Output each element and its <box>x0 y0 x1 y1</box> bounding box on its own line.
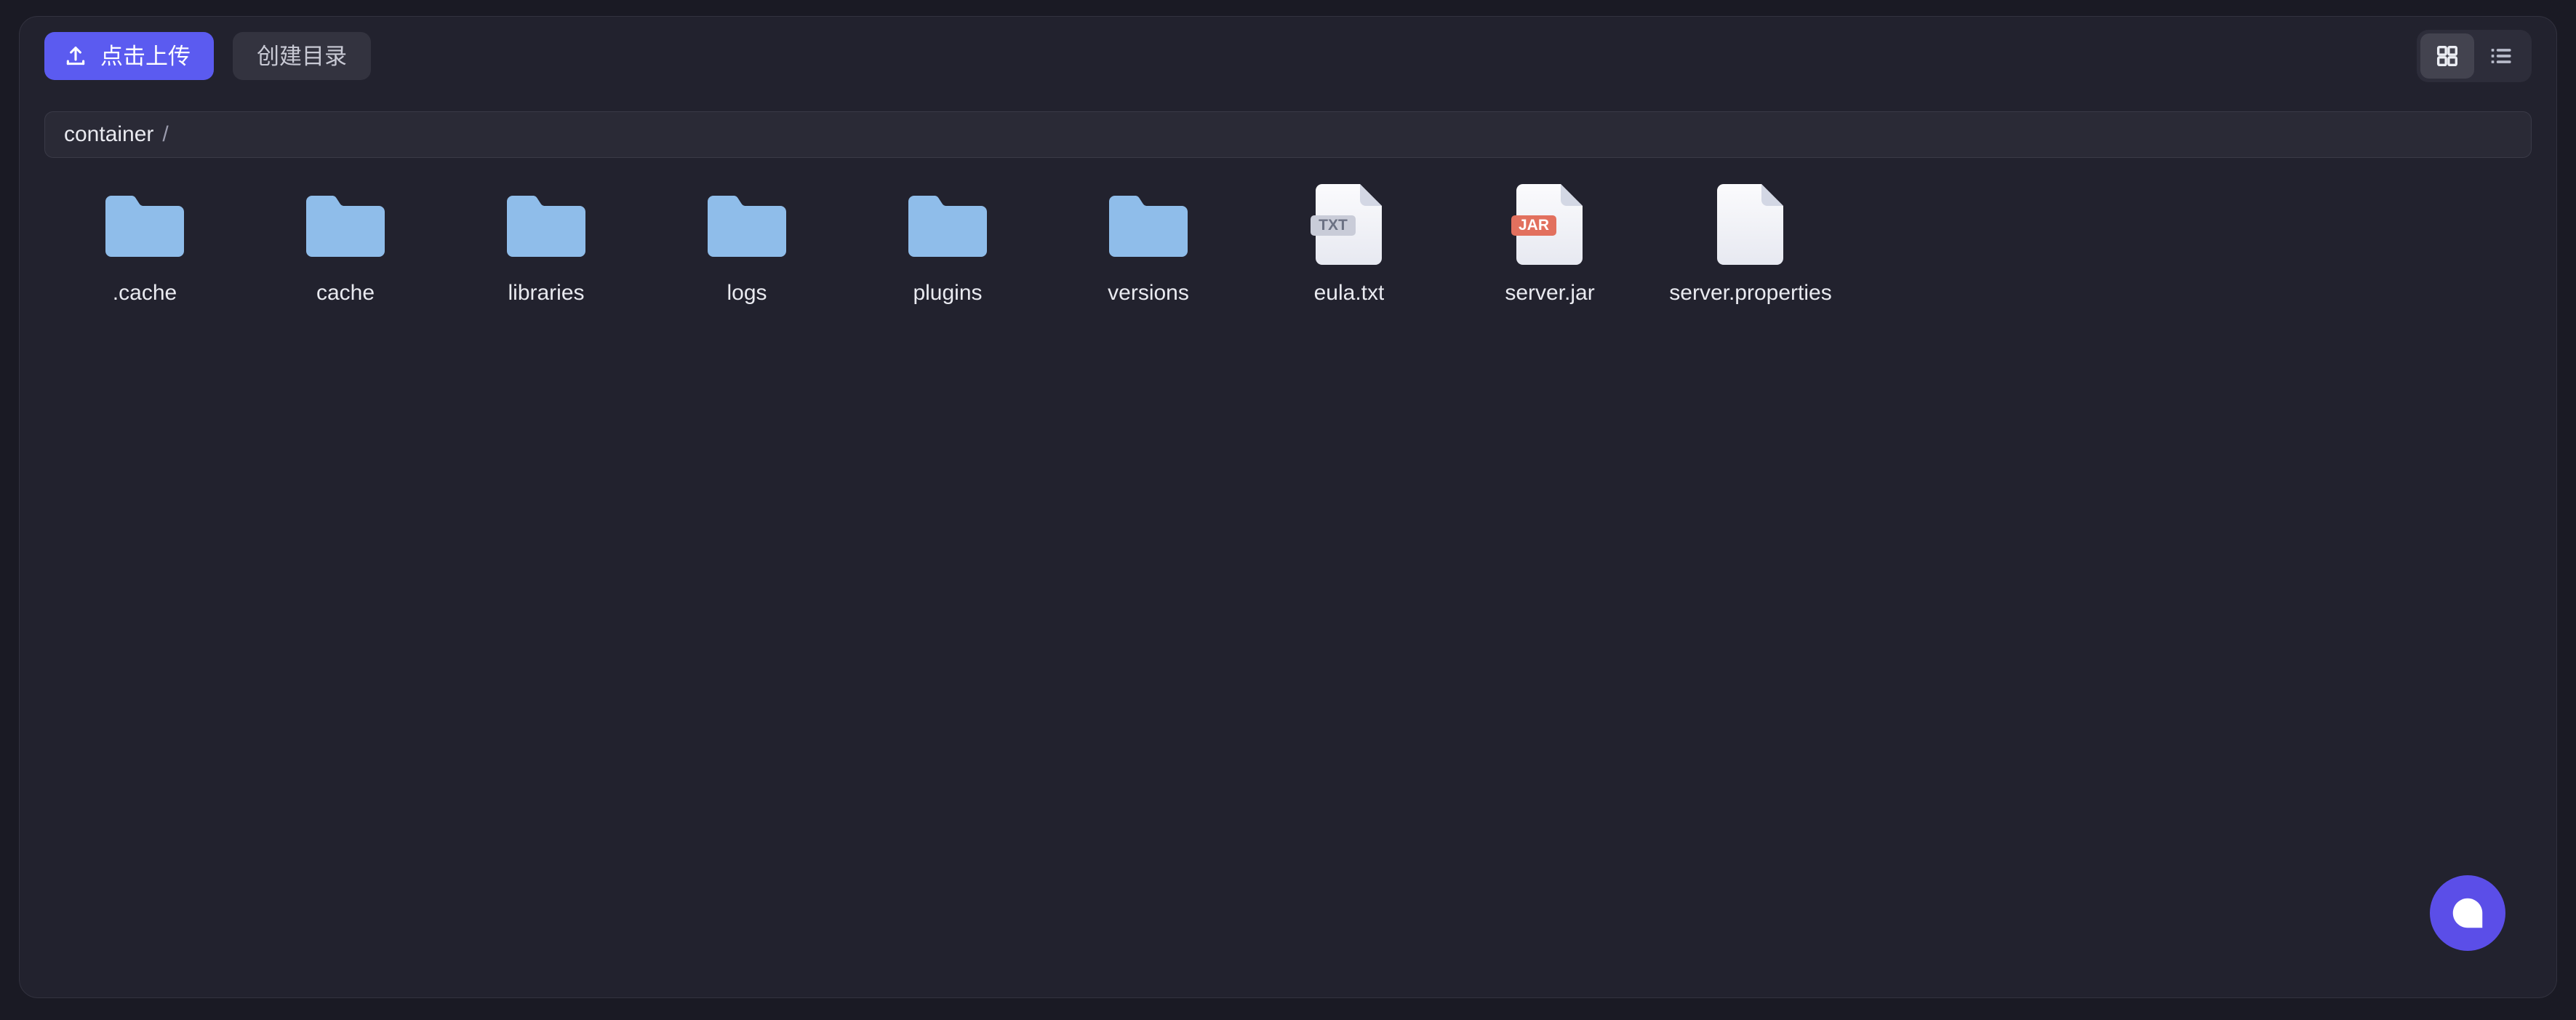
file-item[interactable]: JAR server.jar <box>1449 178 1650 332</box>
file-name-label: cache <box>316 281 375 305</box>
create-directory-label: 创建目录 <box>257 43 347 69</box>
folder-item[interactable]: libraries <box>446 178 647 332</box>
file-manager-panel: 点击上传 创建目录 container / .cache cache libra… <box>19 16 2557 998</box>
upload-icon <box>63 44 88 68</box>
folder-icon <box>697 181 796 271</box>
file-item[interactable]: TXT eula.txt <box>1249 178 1449 332</box>
upload-button[interactable]: 点击上传 <box>44 32 214 80</box>
file-name-label: .cache <box>112 281 177 305</box>
file-jar-icon: JAR <box>1500 181 1599 271</box>
chat-bubble-icon <box>2448 893 2487 933</box>
folder-item[interactable]: cache <box>245 178 446 332</box>
svg-text:TXT: TXT <box>1319 217 1348 234</box>
folder-icon <box>497 181 596 271</box>
folder-item[interactable]: versions <box>1048 178 1249 332</box>
list-view-icon <box>2489 44 2513 68</box>
file-name-label: logs <box>727 281 767 305</box>
folder-icon <box>95 181 194 271</box>
chat-widget-button[interactable] <box>2430 875 2505 951</box>
breadcrumb-separator: / <box>162 122 169 146</box>
file-name-label: plugins <box>913 281 983 305</box>
file-name-label: server.jar <box>1505 281 1595 305</box>
folder-icon <box>898 181 997 271</box>
file-name-label: eula.txt <box>1313 281 1385 305</box>
file-name-label: libraries <box>508 281 585 305</box>
file-name-label: server.properties <box>1669 281 1832 305</box>
file-grid: .cache cache libraries logs plugins vers… <box>44 178 2532 983</box>
breadcrumb: container / <box>44 111 2532 158</box>
grid-view-button[interactable] <box>2420 33 2474 79</box>
toolbar: 点击上传 创建目录 <box>20 17 2556 95</box>
folder-icon <box>296 181 395 271</box>
folder-item[interactable]: plugins <box>847 178 1048 332</box>
file-name-label: versions <box>1108 281 1189 305</box>
file-txt-icon: TXT <box>1300 181 1399 271</box>
folder-icon <box>1099 181 1198 271</box>
file-blank-icon <box>1701 181 1800 271</box>
folder-item[interactable]: logs <box>647 178 847 332</box>
file-item[interactable]: server.properties <box>1650 178 1851 332</box>
breadcrumb-root[interactable]: container <box>64 122 153 147</box>
file-manager-page: 点击上传 创建目录 container / .cache cache libra… <box>0 0 2576 1020</box>
folder-item[interactable]: .cache <box>44 178 245 332</box>
create-directory-button[interactable]: 创建目录 <box>233 32 371 80</box>
upload-button-label: 点击上传 <box>100 43 191 69</box>
svg-text:JAR: JAR <box>1519 217 1549 234</box>
list-view-button[interactable] <box>2474 33 2528 79</box>
view-mode-toggle-group <box>2417 30 2532 82</box>
grid-view-icon <box>2435 44 2460 68</box>
